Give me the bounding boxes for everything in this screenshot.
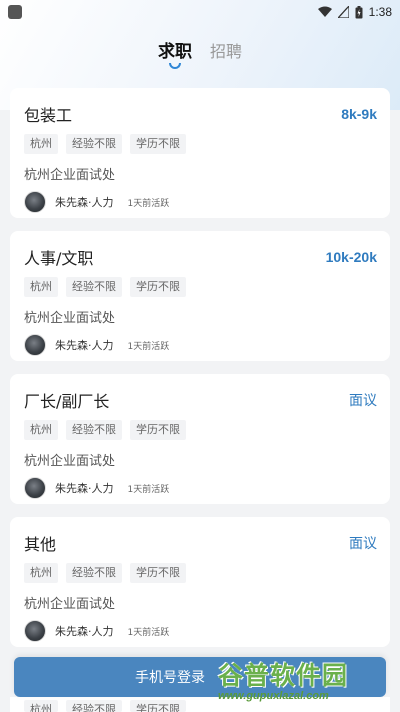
recruiter-name: 朱先森·人力 (55, 196, 114, 209)
tag-education: 学历不限 (130, 420, 186, 440)
active-time: 1天前活跃 (127, 341, 170, 352)
company-name: 杭州企业面试处 (24, 168, 116, 183)
company-name: 杭州企业面试处 (24, 597, 116, 612)
tab-label: 招聘 (209, 42, 242, 61)
status-bar: 1:38 (0, 0, 400, 24)
recruiter-name: 朱先森·人力 (55, 339, 114, 352)
job-card[interactable]: 其他 面议 杭州 经验不限 学历不限 杭州企业面试处 朱先森·人力 1天前活跃 (10, 517, 390, 647)
tag-city: 杭州 (24, 420, 58, 440)
avatar (24, 477, 46, 499)
tag-experience: 经验不限 (66, 700, 122, 712)
job-salary: 面议 (349, 536, 377, 552)
tag-experience: 经验不限 (66, 277, 122, 297)
job-card[interactable]: 人事/文职 10k-20k 杭州 经验不限 学历不限 杭州企业面试处 朱先森·人… (10, 231, 390, 361)
tag-education: 学历不限 (130, 277, 186, 297)
job-title: 厂长/副厂长 (24, 392, 110, 411)
partial-job-card: 杭州 经验不限 学历不限 (10, 697, 390, 712)
job-tags: 杭州 经验不限 学历不限 (24, 134, 377, 154)
job-title: 其他 (24, 535, 57, 554)
active-time: 1天前活跃 (127, 627, 170, 638)
tag-experience: 经验不限 (66, 420, 122, 440)
job-tags: 杭州 经验不限 学历不限 (24, 563, 377, 583)
tag-experience: 经验不限 (66, 563, 122, 583)
battery-icon (355, 5, 363, 18)
job-card[interactable]: 包装工 8k-9k 杭州 经验不限 学历不限 杭州企业面试处 朱先森·人力 1天… (10, 88, 390, 218)
company-name: 杭州企业面试处 (24, 454, 116, 469)
tab-bar: 求职 招聘 (0, 38, 400, 78)
job-title: 人事/文职 (24, 249, 94, 268)
tag-education: 学历不限 (130, 563, 186, 583)
active-time: 1天前活跃 (127, 484, 170, 495)
job-title: 包装工 (24, 106, 73, 125)
tab-recruiting[interactable]: 招聘 (210, 38, 242, 66)
job-salary: 10k-20k (325, 249, 377, 265)
recruiter-name: 朱先森·人力 (55, 482, 114, 495)
tag-city: 杭州 (24, 134, 58, 154)
tab-label: 求职 (157, 42, 192, 62)
tag-city: 杭州 (24, 277, 58, 297)
job-tags: 杭州 经验不限 学历不限 (24, 277, 377, 297)
status-time: 1:38 (368, 5, 392, 19)
company-name: 杭州企业面试处 (24, 311, 116, 326)
recruiter-name: 朱先森·人力 (55, 625, 114, 638)
job-salary: 面议 (349, 393, 377, 409)
job-tags: 杭州 经验不限 学历不限 (24, 420, 377, 440)
recruiter-info: 朱先森·人力 1天前活跃 (24, 620, 377, 642)
tag-city: 杭州 (24, 563, 58, 583)
avatar (24, 191, 46, 213)
recruiter-info: 朱先森·人力 1天前活跃 (24, 334, 377, 356)
recruiter-info: 朱先森·人力 1天前活跃 (24, 477, 377, 499)
phone-login-button[interactable]: 手机号登录 (14, 657, 386, 697)
job-card[interactable]: 厂长/副厂长 面议 杭州 经验不限 学历不限 杭州企业面试处 朱先森·人力 1天… (10, 374, 390, 504)
signal-icon (337, 6, 349, 18)
tab-job-seeking[interactable]: 求职 (157, 38, 192, 69)
tag-city: 杭州 (24, 700, 58, 712)
avatar (24, 334, 46, 356)
wifi-icon (317, 6, 332, 17)
tag-education: 学历不限 (130, 134, 186, 154)
tab-active-indicator (168, 63, 181, 69)
login-label: 手机号登录 (135, 670, 205, 686)
avatar (24, 620, 46, 642)
tag-experience: 经验不限 (66, 134, 122, 154)
notification-icon (8, 5, 22, 19)
tag-education: 学历不限 (130, 700, 186, 712)
job-salary: 8k-9k (341, 106, 377, 122)
active-time: 1天前活跃 (127, 198, 170, 209)
recruiter-info: 朱先森·人力 1天前活跃 (24, 191, 377, 213)
